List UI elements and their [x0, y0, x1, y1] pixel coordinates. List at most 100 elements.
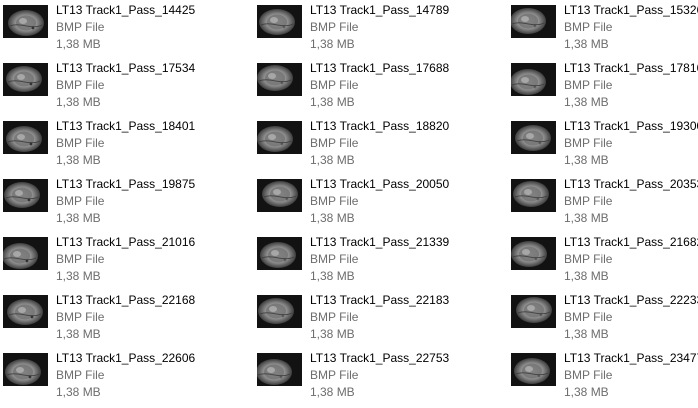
fundus-image-thumbnail	[511, 5, 556, 38]
file-item[interactable]: LT13 Track1_Pass_14425 BMP File 1,38 MB	[0, 0, 240, 54]
file-item[interactable]: LT13 Track1_Pass_17688 BMP File 1,38 MB	[254, 58, 494, 112]
fundus-image-thumbnail	[3, 5, 48, 38]
fundus-image-thumbnail	[3, 179, 48, 212]
fundus-image-thumbnail	[3, 295, 48, 328]
fundus-image-thumbnail	[3, 121, 48, 154]
file-item[interactable]: LT13 Track1_Pass_21682 BMP File 1,38 MB	[508, 232, 698, 286]
file-type: BMP File	[310, 252, 359, 266]
file-size: 1,38 MB	[56, 385, 101, 399]
file-type: BMP File	[310, 136, 359, 150]
file-item[interactable]: LT13 Track1_Pass_15326 BMP File 1,38 MB	[508, 0, 698, 54]
file-size: 1,38 MB	[56, 37, 101, 51]
file-item[interactable]: LT13 Track1_Pass_23477 BMP File 1,38 MB	[508, 348, 698, 402]
file-type: BMP File	[310, 78, 359, 92]
file-size: 1,38 MB	[564, 153, 609, 167]
file-size: 1,38 MB	[56, 269, 101, 283]
file-type: BMP File	[56, 78, 105, 92]
file-name: LT13 Track1_Pass_14789	[310, 3, 450, 17]
file-type: BMP File	[564, 78, 613, 92]
file-type: BMP File	[564, 20, 613, 34]
file-name: LT13 Track1_Pass_20050	[310, 177, 450, 191]
fundus-image-thumbnail	[257, 237, 302, 270]
file-grid: LT13 Track1_Pass_14425 BMP File 1,38 MB LT1…	[0, 0, 698, 408]
fundus-image-thumbnail	[257, 121, 302, 154]
fundus-image-thumbnail	[257, 295, 302, 328]
file-type: BMP File	[56, 310, 105, 324]
fundus-image-thumbnail	[257, 179, 302, 212]
file-type: BMP File	[56, 194, 105, 208]
file-type: BMP File	[564, 194, 613, 208]
file-size: 1,38 MB	[310, 269, 355, 283]
file-name: LT13 Track1_Pass_15326	[564, 3, 698, 17]
file-name: LT13 Track1_Pass_22168	[56, 293, 196, 307]
file-item[interactable]: LT13 Track1_Pass_19875 BMP File 1,38 MB	[0, 174, 240, 228]
file-name: LT13 Track1_Pass_18820	[310, 119, 450, 133]
fundus-image-thumbnail	[511, 179, 556, 212]
file-name: LT13 Track1_Pass_21682	[564, 235, 698, 249]
fundus-image-thumbnail	[257, 5, 302, 38]
file-item[interactable]: LT13 Track1_Pass_18401 BMP File 1,38 MB	[0, 116, 240, 170]
file-size: 1,38 MB	[56, 153, 101, 167]
file-type: BMP File	[56, 252, 105, 266]
file-name: LT13 Track1_Pass_19300	[564, 119, 698, 133]
file-size: 1,38 MB	[310, 95, 355, 109]
file-type: BMP File	[310, 20, 359, 34]
file-size: 1,38 MB	[564, 269, 609, 283]
file-item[interactable]: LT13 Track1_Pass_17534 BMP File 1,38 MB	[0, 58, 240, 112]
file-item[interactable]: LT13 Track1_Pass_21339 BMP File 1,38 MB	[254, 232, 494, 286]
file-item[interactable]: LT13 Track1_Pass_20353 BMP File 1,38 MB	[508, 174, 698, 228]
fundus-image-thumbnail	[511, 353, 556, 386]
file-item[interactable]: LT13 Track1_Pass_14789 BMP File 1,38 MB	[254, 0, 494, 54]
fundus-image-thumbnail	[511, 295, 556, 328]
file-type: BMP File	[310, 310, 359, 324]
file-name: LT13 Track1_Pass_18401	[56, 119, 196, 133]
file-size: 1,38 MB	[56, 211, 101, 225]
file-size: 1,38 MB	[310, 211, 355, 225]
file-type: BMP File	[564, 252, 613, 266]
file-name: LT13 Track1_Pass_22233	[564, 293, 698, 307]
file-item[interactable]: LT13 Track1_Pass_20050 BMP File 1,38 MB	[254, 174, 494, 228]
file-size: 1,38 MB	[56, 95, 101, 109]
file-type: BMP File	[56, 20, 105, 34]
file-name: LT13 Track1_Pass_22606	[56, 351, 196, 365]
file-size: 1,38 MB	[564, 327, 609, 341]
file-item[interactable]: LT13 Track1_Pass_22233 BMP File 1,38 MB	[508, 290, 698, 344]
file-item[interactable]: LT13 Track1_Pass_19300 BMP File 1,38 MB	[508, 116, 698, 170]
file-item[interactable]: LT13 Track1_Pass_22606 BMP File 1,38 MB	[0, 348, 240, 402]
file-item[interactable]: LT13 Track1_Pass_17816 BMP File 1,38 MB	[508, 58, 698, 112]
file-item[interactable]: LT13 Track1_Pass_22183 BMP File 1,38 MB	[254, 290, 494, 344]
file-name: LT13 Track1_Pass_21339	[310, 235, 450, 249]
file-item[interactable]: LT13 Track1_Pass_21016 BMP File 1,38 MB	[0, 232, 240, 286]
fundus-image-thumbnail	[511, 121, 556, 154]
file-type: BMP File	[56, 368, 105, 382]
file-type: BMP File	[56, 136, 105, 150]
file-name: LT13 Track1_Pass_22753	[310, 351, 450, 365]
file-name: LT13 Track1_Pass_14425	[56, 3, 196, 17]
file-type: BMP File	[564, 136, 613, 150]
file-item[interactable]: LT13 Track1_Pass_22168 BMP File 1,38 MB	[0, 290, 240, 344]
file-size: 1,38 MB	[310, 385, 355, 399]
file-name: LT13 Track1_Pass_22183	[310, 293, 450, 307]
file-size: 1,38 MB	[310, 37, 355, 51]
file-name: LT13 Track1_Pass_21016	[56, 235, 196, 249]
file-type: BMP File	[564, 310, 613, 324]
file-size: 1,38 MB	[564, 95, 609, 109]
fundus-image-thumbnail	[257, 63, 302, 96]
file-size: 1,38 MB	[310, 327, 355, 341]
fundus-image-thumbnail	[511, 237, 556, 270]
file-type: BMP File	[564, 368, 613, 382]
file-name: LT13 Track1_Pass_17534	[56, 61, 196, 75]
fundus-image-thumbnail	[3, 237, 48, 270]
file-size: 1,38 MB	[564, 385, 609, 399]
file-size: 1,38 MB	[56, 327, 101, 341]
file-size: 1,38 MB	[310, 153, 355, 167]
fundus-image-thumbnail	[257, 353, 302, 386]
file-name: LT13 Track1_Pass_23477	[564, 351, 698, 365]
file-type: BMP File	[310, 368, 359, 382]
file-size: 1,38 MB	[564, 37, 609, 51]
file-size: 1,38 MB	[564, 211, 609, 225]
file-item[interactable]: LT13 Track1_Pass_22753 BMP File 1,38 MB	[254, 348, 494, 402]
file-name: LT13 Track1_Pass_20353	[564, 177, 698, 191]
fundus-image-thumbnail	[511, 63, 556, 96]
file-item[interactable]: LT13 Track1_Pass_18820 BMP File 1,38 MB	[254, 116, 494, 170]
